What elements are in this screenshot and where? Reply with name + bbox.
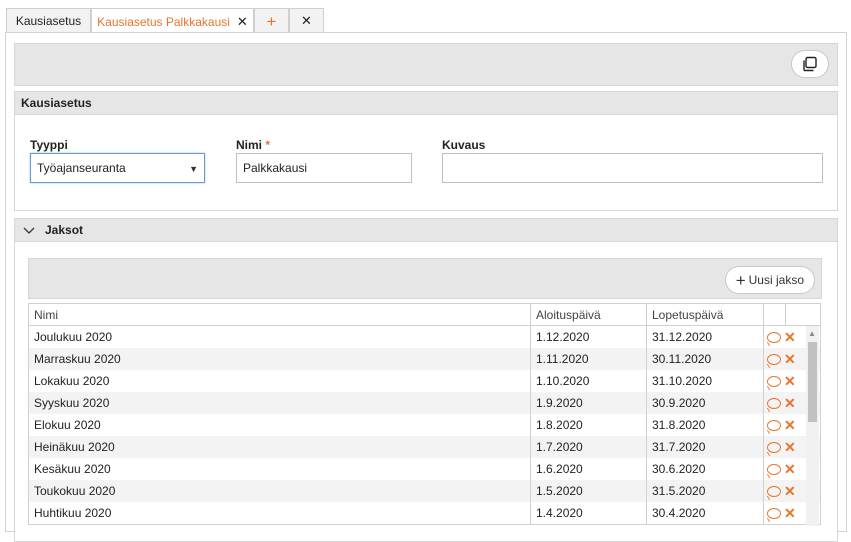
cell-start: 1.11.2020 (531, 348, 647, 370)
copy-icon (803, 56, 817, 72)
column-header-start[interactable]: Aloituspäivä (531, 304, 647, 325)
cell-name: Syyskuu 2020 (29, 392, 531, 414)
cell-end: 30.6.2020 (647, 458, 764, 480)
delete-icon[interactable]: ✕ (784, 484, 796, 498)
comment-icon[interactable] (767, 419, 781, 431)
tab-kausiasetus[interactable]: Kausiasetus (6, 8, 91, 33)
table-row[interactable]: Elokuu 2020 1.8.2020 31.8.2020 ✕ (29, 414, 820, 436)
type-select-value: Työajanseuranta (37, 161, 126, 175)
periods-title: Jaksot (45, 223, 84, 237)
cell-start: 1.8.2020 (531, 414, 647, 436)
cell-end: 31.7.2020 (647, 436, 764, 458)
cell-end: 31.10.2020 (647, 370, 764, 392)
delete-icon[interactable]: ✕ (784, 506, 796, 520)
cell-start: 1.5.2020 (531, 480, 647, 502)
tab-kausiasetus-palkkakausi[interactable]: Kausiasetus Palkkakausi ✕ (91, 8, 254, 34)
description-input[interactable] (442, 153, 823, 183)
cell-name: Marraskuu 2020 (29, 348, 531, 370)
name-input[interactable]: Palkkakausi (236, 153, 412, 183)
delete-icon[interactable]: ✕ (784, 330, 796, 344)
scroll-up-icon[interactable]: ▲ (808, 329, 816, 338)
table-header: Nimi Aloituspäivä Lopetuspäivä (29, 304, 820, 326)
top-toolbar (14, 43, 838, 86)
comment-icon[interactable] (767, 353, 781, 365)
required-mark: * (265, 138, 271, 152)
cell-start: 1.6.2020 (531, 458, 647, 480)
delete-icon[interactable]: ✕ (784, 374, 796, 388)
comment-icon[interactable] (767, 507, 781, 519)
form-panel: Tyyppi Työajanseuranta ▼ Nimi * Palkkaka… (14, 115, 838, 211)
periods-table: Nimi Aloituspäivä Lopetuspäivä Joulukuu … (28, 303, 821, 525)
cell-start: 1.12.2020 (531, 326, 647, 348)
column-header-name[interactable]: Nimi (29, 304, 531, 325)
cell-start: 1.10.2020 (531, 370, 647, 392)
add-tab-button[interactable]: + (254, 8, 289, 33)
cell-name: Lokakuu 2020 (29, 370, 531, 392)
new-period-button[interactable]: + Uusi jakso (724, 266, 815, 294)
cell-name: Joulukuu 2020 (29, 326, 531, 348)
table-row[interactable]: Toukokuu 2020 1.5.2020 31.5.2020 ✕ (29, 480, 820, 502)
scrollbar-thumb[interactable] (808, 342, 817, 422)
cell-name: Kesäkuu 2020 (29, 458, 531, 480)
cell-name: Elokuu 2020 (29, 414, 531, 436)
comment-icon[interactable] (767, 375, 781, 387)
description-label: Kuvaus (442, 138, 486, 152)
cell-end: 31.5.2020 (647, 480, 764, 502)
cell-name: Toukokuu 2020 (29, 480, 531, 502)
delete-icon[interactable]: ✕ (784, 462, 796, 476)
tab-bar: Kausiasetus Kausiasetus Palkkakausi ✕ + … (0, 0, 851, 34)
name-label-text: Nimi (236, 138, 263, 152)
tab-label: Kausiasetus (15, 14, 82, 28)
column-header-spacer (786, 304, 820, 325)
periods-header[interactable]: Jaksot (14, 218, 838, 242)
tab-label: Kausiasetus Palkkakausi (97, 14, 230, 29)
chevron-down-icon[interactable] (23, 223, 35, 238)
close-all-tabs-button[interactable]: ✕ (289, 8, 324, 33)
comment-icon[interactable] (767, 397, 781, 409)
comment-icon[interactable] (767, 441, 781, 453)
table-row[interactable]: Joulukuu 2020 1.12.2020 31.12.2020 ✕ (29, 326, 820, 348)
table-row[interactable]: Huhtikuu 2020 1.4.2020 30.4.2020 ✕ (29, 502, 820, 524)
table-row[interactable]: Marraskuu 2020 1.11.2020 30.11.2020 ✕ (29, 348, 820, 370)
delete-icon[interactable]: ✕ (784, 440, 796, 454)
column-header-actions (764, 304, 786, 325)
close-icon: ✕ (301, 13, 312, 28)
new-period-label: Uusi jakso (748, 273, 804, 287)
cell-name: Huhtikuu 2020 (29, 502, 531, 524)
type-select[interactable]: Työajanseuranta ▼ (30, 153, 205, 183)
section-header: Kausiasetus (14, 91, 838, 115)
cell-end: 30.4.2020 (647, 502, 764, 524)
type-label: Tyyppi (30, 138, 68, 152)
plus-icon: + (735, 270, 746, 290)
delete-icon[interactable]: ✕ (784, 352, 796, 366)
table-row[interactable]: Heinäkuu 2020 1.7.2020 31.7.2020 ✕ (29, 436, 820, 458)
name-input-value: Palkkakausi (243, 161, 308, 175)
column-header-end[interactable]: Lopetuspäivä (647, 304, 764, 325)
table-row[interactable]: Lokakuu 2020 1.10.2020 31.10.2020 ✕ (29, 370, 820, 392)
section-title: Kausiasetus (21, 96, 92, 110)
comment-icon[interactable] (767, 463, 781, 475)
cell-start: 1.4.2020 (531, 502, 647, 524)
periods-toolbar: + Uusi jakso (28, 258, 822, 299)
comment-icon[interactable] (767, 485, 781, 497)
table-row[interactable]: Kesäkuu 2020 1.6.2020 30.6.2020 ✕ (29, 458, 820, 480)
delete-icon[interactable]: ✕ (784, 418, 796, 432)
close-tab-icon[interactable]: ✕ (237, 14, 248, 30)
delete-icon[interactable]: ✕ (784, 396, 796, 410)
name-label: Nimi * (236, 138, 270, 152)
scrollbar[interactable]: ▲ (806, 326, 819, 526)
comment-icon[interactable] (767, 331, 781, 343)
cell-end: 30.11.2020 (647, 348, 764, 370)
cell-end: 31.8.2020 (647, 414, 764, 436)
caret-down-icon: ▼ (189, 164, 198, 174)
table-body: Joulukuu 2020 1.12.2020 31.12.2020 ✕ Marrask… (29, 326, 820, 524)
cell-end: 31.12.2020 (647, 326, 764, 348)
cell-start: 1.7.2020 (531, 436, 647, 458)
plus-icon: + (266, 11, 277, 31)
cell-name: Heinäkuu 2020 (29, 436, 531, 458)
table-row[interactable]: Syyskuu 2020 1.9.2020 30.9.2020 ✕ (29, 392, 820, 414)
cell-start: 1.9.2020 (531, 392, 647, 414)
copy-button[interactable] (791, 50, 829, 78)
cell-end: 30.9.2020 (647, 392, 764, 414)
